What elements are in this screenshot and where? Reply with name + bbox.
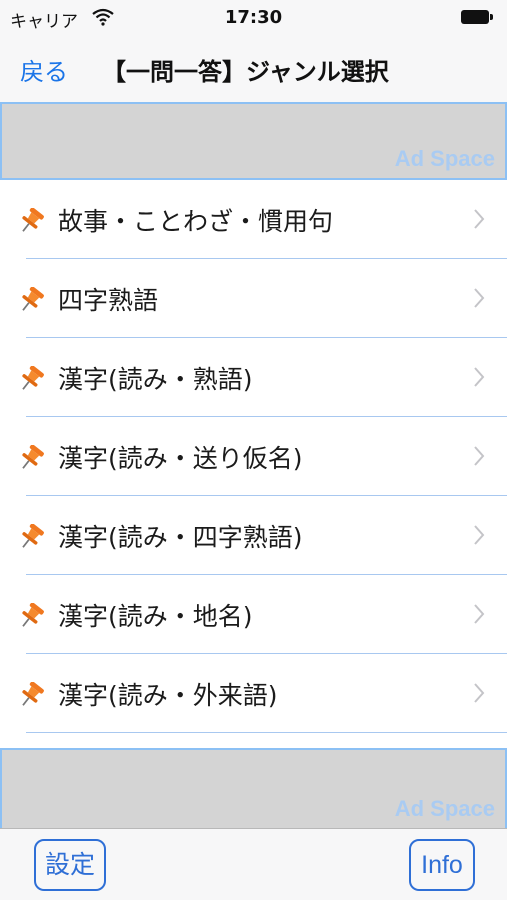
genre-item-0[interactable]: 故事・ことわざ・慣用句 <box>0 180 507 259</box>
genre-label: 漢字(読み・外来語) <box>58 681 278 710</box>
page-title: 【一問一答】ジャンル選択 <box>102 58 389 86</box>
genre-item-6[interactable]: 漢字(読み・外来語) <box>0 654 507 733</box>
info-button[interactable]: Info <box>409 839 475 891</box>
genre-label: 漢字(読み・地名) <box>58 602 253 631</box>
pushpin-icon <box>22 603 44 627</box>
ad-label: Ad Space <box>394 796 495 821</box>
genre-label: 漢字(読み・送り仮名) <box>58 444 303 473</box>
back-button[interactable]: 戻る <box>20 52 68 87</box>
chevron-right-icon <box>474 683 485 703</box>
divider <box>26 732 507 733</box>
pushpin-icon <box>22 682 44 706</box>
chevron-right-icon <box>474 367 485 387</box>
chevron-right-icon <box>474 209 485 229</box>
bottom-toolbar: 設定 Info <box>0 828 507 900</box>
chevron-right-icon <box>474 525 485 545</box>
pushpin-icon <box>22 208 44 232</box>
genre-item-1[interactable]: 四字熟語 <box>0 259 507 338</box>
genre-item-2[interactable]: 漢字(読み・熟語) <box>0 338 507 417</box>
chevron-right-icon <box>474 288 485 308</box>
genre-label: 漢字(読み・四字熟語) <box>58 523 303 552</box>
battery-icon <box>461 10 493 24</box>
settings-button[interactable]: 設定 <box>34 839 106 891</box>
genre-label: 漢字(読み・熟語) <box>58 365 253 394</box>
genre-item-4[interactable]: 漢字(読み・四字熟語) <box>0 496 507 575</box>
pushpin-icon <box>22 366 44 390</box>
chevron-right-icon <box>474 604 485 624</box>
pushpin-icon <box>22 287 44 311</box>
ad-banner-bottom[interactable]: Ad Space <box>0 748 507 828</box>
pushpin-icon <box>22 445 44 469</box>
status-time: 17:30 <box>224 7 283 28</box>
ad-label: Ad Space <box>394 146 495 171</box>
genre-label: 四字熟語 <box>58 286 159 315</box>
genre-list: 故事・ことわざ・慣用句 四字熟語 漢字(読み・熟語) 漢字(読み・送り仮名) 漢… <box>0 180 507 733</box>
pushpin-icon <box>22 524 44 548</box>
ad-banner-top[interactable]: Ad Space <box>0 102 507 180</box>
navigation-bar: 戻る 【一問一答】ジャンル選択 <box>0 36 507 102</box>
chevron-right-icon <box>474 446 485 466</box>
status-bar: キャリア 17:30 <box>0 0 507 36</box>
genre-item-5[interactable]: 漢字(読み・地名) <box>0 575 507 654</box>
genre-item-3[interactable]: 漢字(読み・送り仮名) <box>0 417 507 496</box>
genre-label: 故事・ことわざ・慣用句 <box>58 207 334 236</box>
